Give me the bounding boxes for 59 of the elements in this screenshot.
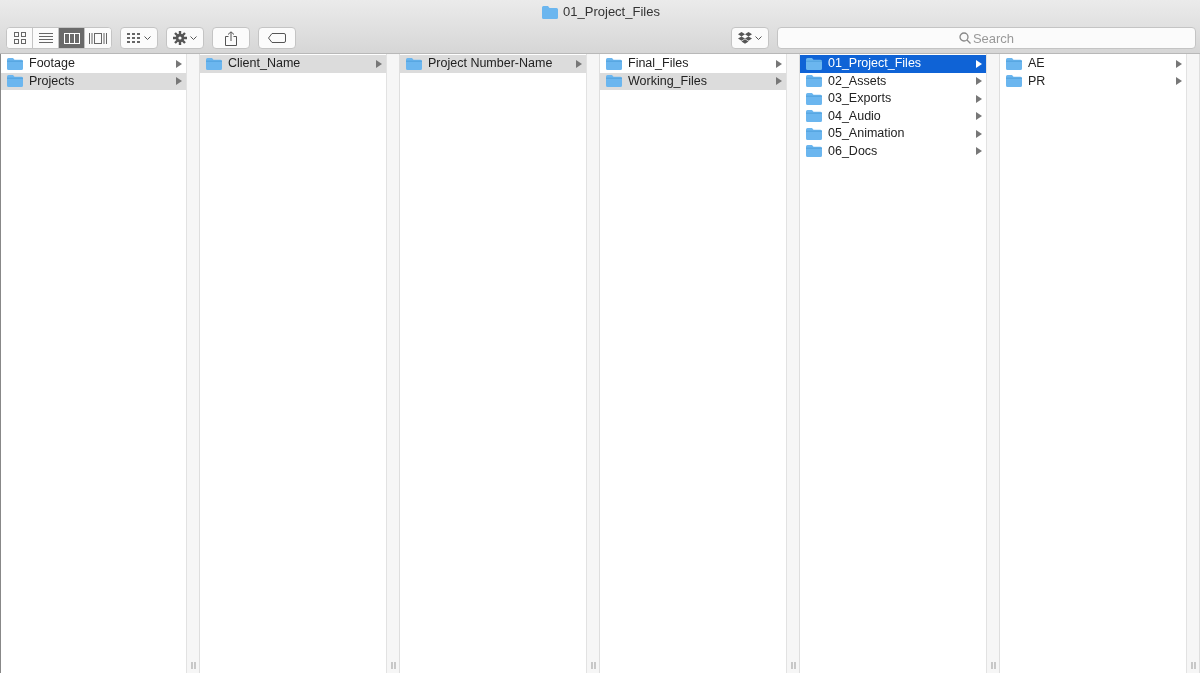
resize-handle-icon[interactable] (990, 662, 996, 669)
folder-row[interactable]: 06_Docs (800, 142, 986, 160)
caret-icon (190, 35, 197, 41)
folder-row[interactable]: Footage (1, 55, 186, 73)
folder-icon (806, 92, 822, 105)
folder-row[interactable]: Working_Files (600, 72, 786, 90)
folder-icon (806, 75, 822, 88)
view-button[interactable] (59, 28, 85, 48)
cover-flow-icon (89, 32, 107, 44)
folder-row[interactable]: 03_Exports (800, 90, 986, 108)
folder-icon (606, 75, 622, 88)
disclosure-arrow-icon (576, 59, 582, 68)
tag-icon (268, 33, 286, 43)
folder-icon (1006, 57, 1022, 70)
settings-button[interactable] (166, 27, 204, 49)
column-view-icon (63, 32, 80, 44)
caret-icon (144, 35, 151, 41)
share-icon (225, 30, 237, 46)
folder-row[interactable]: Final_Files (600, 55, 786, 73)
resize-handle-icon[interactable] (190, 662, 196, 669)
folder-icon (206, 57, 222, 70)
folder-row[interactable]: 05_Animation (800, 125, 986, 143)
folder-icon (806, 127, 822, 140)
folder-row[interactable]: 04_Audio (800, 107, 986, 125)
folder-row[interactable]: 02_Assets (800, 72, 986, 90)
view-button[interactable] (7, 28, 33, 48)
tag-button[interactable] (258, 27, 296, 49)
resize-handle-icon[interactable] (790, 662, 796, 669)
folder-icon (806, 145, 822, 158)
folder-icon (606, 57, 622, 70)
folder-icon (806, 57, 822, 70)
caret-icon (755, 35, 762, 41)
folder-row[interactable]: Project Number-Name (400, 55, 586, 73)
folder-icon (806, 110, 822, 123)
resize-handle-icon[interactable] (1190, 662, 1196, 669)
disclosure-arrow-icon (376, 59, 382, 68)
window-title: 01_Project_Files (563, 3, 660, 22)
folder-icon (542, 5, 559, 19)
arrange-button[interactable] (120, 27, 158, 49)
resize-handle-icon[interactable] (590, 662, 596, 669)
search-field[interactable]: Search (777, 27, 1196, 49)
grid-icon (127, 33, 141, 43)
folder-row[interactable]: AE (1000, 55, 1186, 73)
view-switcher[interactable] (6, 27, 112, 49)
folder-row[interactable]: Client_Name (200, 55, 386, 73)
box-stack-icon (738, 32, 752, 44)
folder-icon (1006, 75, 1022, 88)
dropbox-button[interactable] (731, 27, 769, 49)
folder-row[interactable]: Projects (1, 72, 186, 90)
folder-row[interactable]: 01_Project_Files (800, 55, 986, 73)
icon-view-icon (13, 32, 26, 44)
folder-icon (7, 57, 23, 70)
settings-icon (173, 31, 187, 45)
share-button[interactable] (212, 27, 250, 49)
folder-icon (406, 57, 422, 70)
folder-row[interactable]: PR (1000, 72, 1186, 90)
list-view-icon (38, 33, 53, 43)
resize-handle-icon[interactable] (390, 662, 396, 669)
folder-icon (7, 75, 23, 88)
